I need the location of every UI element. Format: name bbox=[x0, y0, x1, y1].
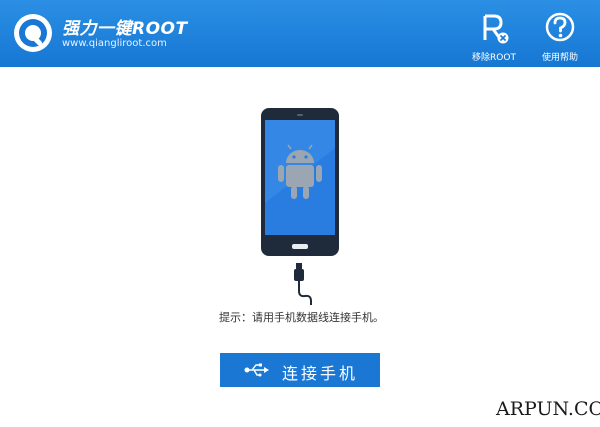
connect-phone-button[interactable]: 连接手机 bbox=[220, 353, 380, 387]
usb-icon bbox=[244, 363, 269, 377]
title-bar: 强力一键ROOT www.qiangliroot.com 移除ROOT 使用帮助 bbox=[0, 0, 600, 67]
usb-cable-icon bbox=[294, 263, 312, 305]
help-label: 使用帮助 bbox=[541, 53, 578, 63]
remove-root-label: 移除ROOT bbox=[472, 53, 516, 63]
phone-icon bbox=[261, 108, 339, 256]
app-url: www.qiangliroot.com bbox=[62, 38, 167, 49]
help-icon bbox=[545, 12, 575, 42]
help-button[interactable]: 使用帮助 bbox=[530, 12, 590, 64]
watermark: ARPUN.COM bbox=[496, 398, 600, 420]
remove-root-button[interactable]: 移除ROOT bbox=[464, 12, 524, 64]
connect-tip: 提示：请用手机数据线连接手机。 bbox=[219, 311, 384, 324]
connect-phone-label: 连接手机 bbox=[282, 364, 359, 383]
logo-icon bbox=[14, 14, 52, 52]
remove-root-icon bbox=[483, 14, 509, 44]
app-title: 强力一键ROOT bbox=[62, 19, 188, 39]
